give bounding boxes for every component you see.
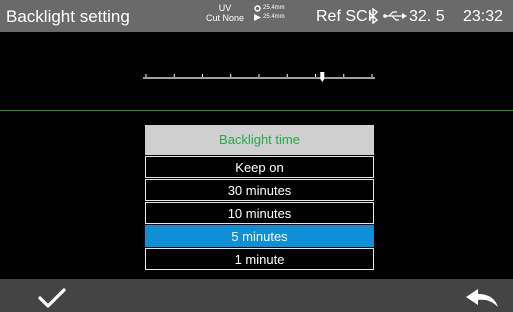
option-keep-on[interactable]: Keep on [145, 156, 374, 178]
backlight-level-slider[interactable] [143, 66, 375, 86]
option-1-minute[interactable]: 1 minute [145, 248, 374, 270]
right-length: 25.4mm [263, 14, 285, 20]
fiber-length-indicator: 25.4mm 25.4mm [254, 4, 285, 22]
uv-indicator: UV Cut None [200, 3, 250, 24]
status-bar: Backlight setting UV Cut None 25.4mm 25.… [0, 0, 513, 32]
fiber-end-icon [254, 5, 261, 12]
backlight-time-dialog: Backlight time Keep on 30 minutes 10 min… [145, 125, 374, 270]
back-arrow-icon[interactable] [464, 288, 500, 308]
cut-label: Cut None [205, 13, 245, 23]
page-title: Backlight setting [6, 7, 130, 26]
bluetooth-icon [368, 8, 379, 24]
dialog-title: Backlight time [145, 125, 374, 155]
option-10-minutes[interactable]: 10 minutes [145, 202, 374, 224]
slider-thumb[interactable] [320, 72, 325, 82]
option-30-minutes[interactable]: 30 minutes [145, 179, 374, 201]
usb-icon [383, 11, 407, 21]
bottom-bar [0, 279, 513, 312]
ref-label: Ref SCI [316, 8, 373, 25]
clock: 23:32 [463, 8, 504, 25]
divider-line [0, 110, 513, 111]
arrow-icon [254, 14, 261, 21]
voltage-readout: 32. 5 [409, 8, 445, 25]
uv-label: UV [218, 3, 232, 13]
option-5-minutes[interactable]: 5 minutes [145, 225, 374, 247]
left-length: 25.4mm [263, 5, 285, 11]
check-icon[interactable] [36, 287, 68, 309]
